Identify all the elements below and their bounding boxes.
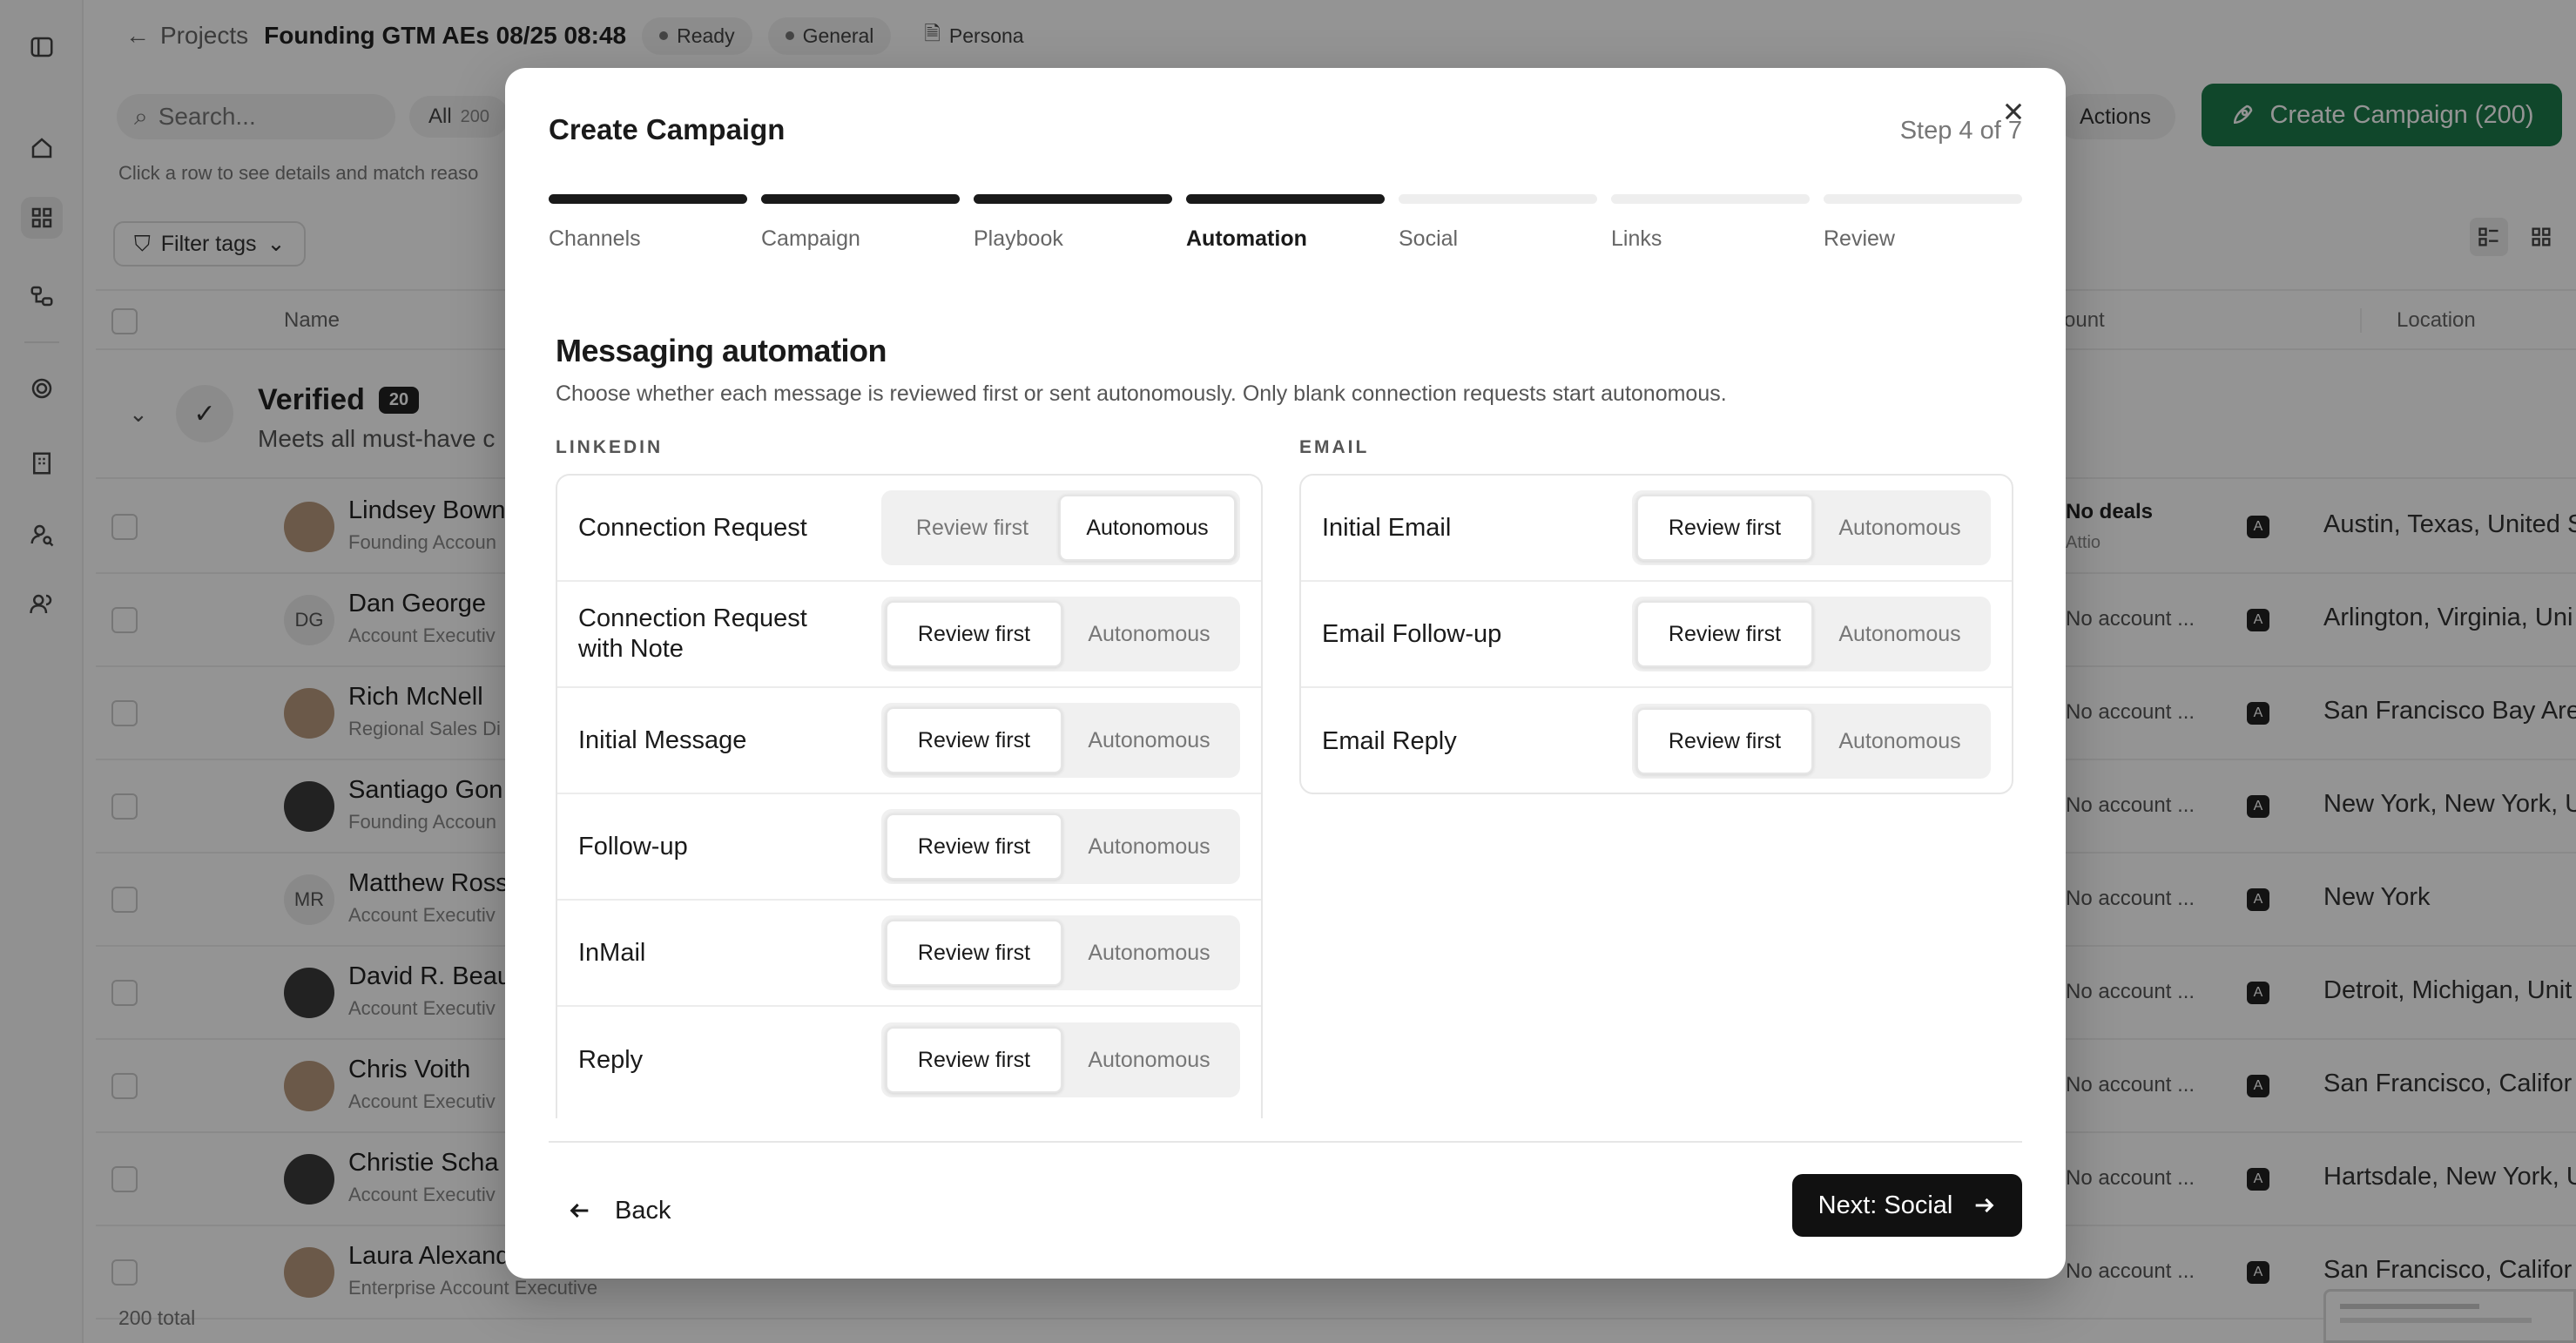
automation-toggle: Review first Autonomous bbox=[881, 490, 1240, 565]
next-label: Next: Social bbox=[1817, 1191, 1953, 1219]
message-type-label: Follow-up bbox=[578, 832, 688, 860]
step-label: Social bbox=[1399, 226, 1459, 251]
message-type-label: InMail bbox=[578, 938, 646, 967]
automation-toggle: Review first Autonomous bbox=[881, 703, 1240, 778]
email-heading: EMAIL bbox=[1299, 437, 1370, 457]
message-type-label: Email Follow-up bbox=[1322, 619, 1502, 648]
review-first-option[interactable]: Review first bbox=[1636, 708, 1813, 774]
autonomous-option[interactable]: Autonomous bbox=[1059, 495, 1236, 561]
step-links[interactable]: Links bbox=[1611, 194, 1810, 252]
arrow-right-icon bbox=[1976, 1198, 1994, 1213]
email-row-email-follow-up: Email Follow-up Review first Autonomous bbox=[1301, 582, 2012, 688]
autonomous-option[interactable]: Autonomous bbox=[1813, 495, 1986, 561]
autonomous-option[interactable]: Autonomous bbox=[1813, 601, 1986, 667]
review-first-option[interactable]: Review first bbox=[1636, 601, 1813, 667]
step-channels[interactable]: Channels bbox=[549, 194, 747, 252]
review-first-option[interactable]: Review first bbox=[886, 495, 1059, 561]
step-label: Links bbox=[1611, 226, 1662, 251]
email-settings-card: Initial Email Review first Autonomous Email… bbox=[1299, 474, 2013, 794]
arrow-left-icon bbox=[570, 1203, 589, 1218]
message-type-label: Initial Email bbox=[1322, 513, 1452, 542]
step-progress-bar bbox=[761, 194, 960, 204]
autonomous-option[interactable]: Autonomous bbox=[1062, 1027, 1236, 1093]
message-type-label: Initial Message bbox=[578, 725, 747, 754]
autonomous-option[interactable]: Autonomous bbox=[1062, 920, 1236, 986]
automation-toggle: Review first Autonomous bbox=[1632, 597, 1991, 672]
email-row-email-reply: Email Reply Review first Autonomous bbox=[1301, 688, 2012, 793]
step-progress-bar bbox=[1186, 194, 1385, 204]
step-campaign[interactable]: Campaign bbox=[761, 194, 960, 252]
linkedin-row-reply: Reply Review first Autonomous bbox=[557, 1007, 1261, 1113]
step-review[interactable]: Review bbox=[1824, 194, 2022, 252]
linkedin-row-connection-request-with-note: Connection Request with Note Review first… bbox=[557, 582, 1261, 688]
create-campaign-dialog: Create Campaign Step 4 of 7 Channels Camp… bbox=[505, 68, 2066, 1279]
dialog-title: Create Campaign bbox=[549, 113, 786, 145]
footer-divider bbox=[549, 1141, 2022, 1143]
review-first-option[interactable]: Review first bbox=[886, 707, 1062, 773]
review-first-option[interactable]: Review first bbox=[886, 601, 1062, 667]
message-type-label: Email Reply bbox=[1322, 726, 1457, 755]
autonomous-option[interactable]: Autonomous bbox=[1062, 601, 1236, 667]
step-label: Campaign bbox=[761, 226, 860, 251]
step-label: Channels bbox=[549, 226, 641, 251]
linkedin-row-follow-up: Follow-up Review first Autonomous bbox=[557, 794, 1261, 901]
wizard-stepper: Channels Campaign Playbook Automation Social… bbox=[549, 194, 2022, 264]
step-label: Playbook bbox=[974, 226, 1063, 251]
back-button[interactable]: Back bbox=[568, 1186, 671, 1235]
review-first-option[interactable]: Review first bbox=[886, 1027, 1062, 1093]
autonomous-option[interactable]: Autonomous bbox=[1813, 708, 1986, 774]
automation-toggle: Review first Autonomous bbox=[1632, 704, 1991, 779]
section-description: Choose whether each message is reviewed … bbox=[556, 381, 1727, 406]
review-first-option[interactable]: Review first bbox=[886, 813, 1062, 880]
section-title: Messaging automation bbox=[556, 333, 887, 368]
step-label: Automation bbox=[1186, 226, 1307, 251]
step-automation[interactable]: Automation bbox=[1186, 194, 1385, 252]
automation-toggle: Review first Autonomous bbox=[1632, 490, 1991, 565]
linkedin-heading: LINKEDIN bbox=[556, 437, 664, 457]
review-first-option[interactable]: Review first bbox=[1636, 495, 1813, 561]
back-label: Back bbox=[615, 1196, 671, 1225]
message-type-label: Reply bbox=[578, 1045, 644, 1074]
step-progress-bar bbox=[1611, 194, 1810, 204]
message-type-label: Connection Request bbox=[578, 513, 807, 542]
step-progress-bar bbox=[974, 194, 1172, 204]
step-social[interactable]: Social bbox=[1399, 194, 1597, 252]
message-type-label: Connection Request with Note bbox=[578, 604, 807, 663]
close-icon[interactable] bbox=[1996, 94, 2031, 129]
email-row-initial-email: Initial Email Review first Autonomous bbox=[1301, 476, 2012, 582]
step-progress-bar bbox=[1824, 194, 2022, 204]
linkedin-settings-card: Connection Request Review first Autonomous… bbox=[556, 474, 1263, 1118]
step-progress-bar bbox=[549, 194, 747, 204]
step-progress-bar bbox=[1399, 194, 1597, 204]
linkedin-row-connection-request: Connection Request Review first Autonomous bbox=[557, 476, 1261, 582]
autonomous-option[interactable]: Autonomous bbox=[1062, 707, 1236, 773]
step-playbook[interactable]: Playbook bbox=[974, 194, 1172, 252]
review-first-option[interactable]: Review first bbox=[886, 920, 1062, 986]
automation-toggle: Review first Autonomous bbox=[881, 809, 1240, 884]
autonomous-option[interactable]: Autonomous bbox=[1062, 813, 1236, 880]
next-social-button[interactable]: Next: Social bbox=[1792, 1174, 2022, 1237]
automation-toggle: Review first Autonomous bbox=[881, 915, 1240, 990]
automation-toggle: Review first Autonomous bbox=[881, 597, 1240, 672]
linkedin-row-initial-message: Initial Message Review first Autonomous bbox=[557, 688, 1261, 794]
linkedin-row-inmail: InMail Review first Autonomous bbox=[557, 901, 1261, 1007]
step-label: Review bbox=[1824, 226, 1895, 251]
automation-toggle: Review first Autonomous bbox=[881, 1022, 1240, 1097]
